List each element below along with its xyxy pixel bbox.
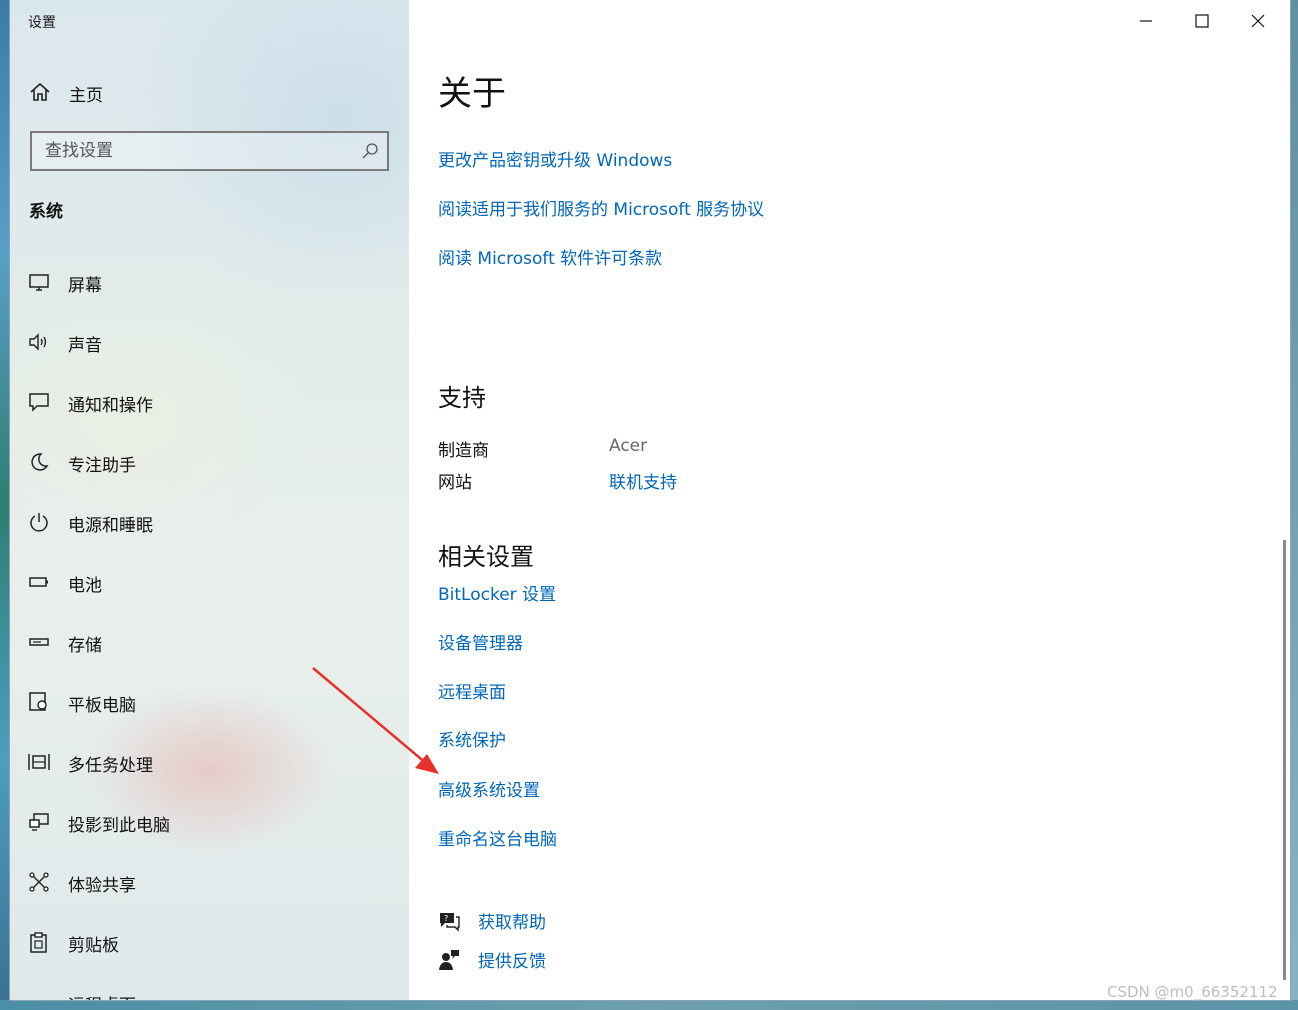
maximize-icon: [1195, 14, 1209, 28]
sidebar-item-tablet[interactable]: 平板电脑: [10, 672, 409, 732]
device-manager-link[interactable]: 设备管理器: [438, 629, 523, 654]
page-title: 关于: [438, 74, 506, 114]
minimize-icon: [1140, 20, 1152, 22]
home-button[interactable]: 主页: [10, 72, 409, 112]
search-icon[interactable]: [361, 142, 379, 160]
moon-icon: [27, 451, 51, 473]
close-button[interactable]: [1230, 0, 1286, 42]
sidebar-item-label: 投影到此电脑: [68, 816, 170, 836]
home-label: 主页: [69, 86, 103, 106]
sidebar-item-remote-desktop[interactable]: 远程桌面: [10, 972, 409, 1000]
desktop-background-right: [1290, 0, 1298, 1010]
sidebar-nav: 屏幕 声音 通知和操作 专注助手 电源和睡眠 电池 存储 平板电脑 多任务处理 …: [10, 252, 409, 1000]
get-help-label: 获取帮助: [478, 913, 546, 933]
sidebar-item-label: 远程桌面: [68, 991, 136, 1000]
sidebar-item-label: 平板电脑: [68, 696, 136, 716]
maximize-button[interactable]: [1174, 0, 1230, 42]
license-terms-link[interactable]: 阅读 Microsoft 软件许可条款: [438, 244, 662, 269]
sidebar-item-label: 体验共享: [68, 876, 136, 896]
storage-icon: [27, 631, 51, 653]
feedback-icon: [438, 949, 460, 971]
section-title-system: 系统: [29, 202, 63, 222]
share-icon: [27, 871, 51, 893]
sidebar-item-label: 专注助手: [68, 456, 136, 476]
sidebar-item-storage[interactable]: 存储: [10, 612, 409, 672]
sidebar-item-sound[interactable]: 声音: [10, 312, 409, 372]
search-input[interactable]: [32, 133, 352, 169]
close-icon: [1251, 14, 1265, 28]
multitask-icon: [27, 751, 51, 773]
speaker-icon: [27, 331, 51, 353]
desktop-background-bottom: [0, 1000, 1298, 1010]
sidebar-item-project[interactable]: 投影到此电脑: [10, 792, 409, 852]
power-icon: [27, 511, 51, 533]
advanced-system-settings-link[interactable]: 高级系统设置: [438, 776, 540, 801]
sidebar-item-label: 电池: [68, 576, 102, 596]
sidebar-item-label: 电源和睡眠: [68, 516, 153, 536]
sidebar-item-focus-assist[interactable]: 专注助手: [10, 432, 409, 492]
sidebar-item-clipboard[interactable]: 剪贴板: [10, 912, 409, 972]
tablet-icon: [27, 691, 51, 713]
sidebar-item-display[interactable]: 屏幕: [10, 252, 409, 312]
settings-window: 设置 主页 系统 屏幕 声: [10, 0, 1290, 1000]
window-title: 设置: [28, 15, 56, 31]
get-help-link[interactable]: ? 获取帮助: [438, 908, 738, 938]
online-support-link[interactable]: 联机支持: [609, 468, 677, 493]
sidebar-item-label: 剪贴板: [68, 936, 119, 956]
change-product-key-link[interactable]: 更改产品密钥或升级 Windows: [438, 146, 672, 171]
project-icon: [27, 811, 51, 833]
watermark: CSDN @m0_66352112: [1107, 983, 1278, 1001]
remote-icon: [27, 991, 51, 1000]
sidebar-item-multitasking[interactable]: 多任务处理: [10, 732, 409, 792]
home-icon: [29, 82, 51, 102]
message-icon: [27, 391, 51, 413]
battery-icon: [27, 571, 51, 593]
svg-text:?: ?: [444, 914, 448, 923]
system-protection-link[interactable]: 系统保护: [438, 726, 506, 751]
sidebar-item-label: 存储: [68, 636, 102, 656]
sidebar-item-battery[interactable]: 电池: [10, 552, 409, 612]
monitor-icon: [27, 271, 51, 293]
search-box[interactable]: [30, 131, 389, 171]
sidebar-item-label: 多任务处理: [68, 756, 153, 776]
feedback-link[interactable]: 提供反馈: [438, 947, 738, 977]
remote-desktop-link[interactable]: 远程桌面: [438, 678, 506, 703]
scrollbar[interactable]: [1283, 540, 1286, 980]
manufacturer-value: Acer: [609, 436, 648, 456]
sidebar: 设置 主页 系统 屏幕 声: [10, 0, 409, 1000]
sidebar-item-label: 声音: [68, 336, 102, 356]
sidebar-item-power-sleep[interactable]: 电源和睡眠: [10, 492, 409, 552]
main-content: 关于 更改产品密钥或升级 Windows 阅读适用于我们服务的 Microsof…: [409, 0, 1290, 1000]
feedback-label: 提供反馈: [478, 952, 546, 972]
website-label: 网站: [438, 473, 472, 493]
desktop-background-left: [0, 0, 10, 1010]
sidebar-item-label: 通知和操作: [68, 396, 153, 416]
support-heading: 支持: [438, 384, 486, 412]
rename-pc-link[interactable]: 重命名这台电脑: [438, 825, 557, 850]
clipboard-icon: [27, 931, 51, 953]
sidebar-item-label: 屏幕: [68, 276, 102, 296]
manufacturer-label: 制造商: [438, 441, 489, 461]
service-agreement-link[interactable]: 阅读适用于我们服务的 Microsoft 服务协议: [438, 195, 764, 220]
sidebar-item-notifications[interactable]: 通知和操作: [10, 372, 409, 432]
help-chat-icon: ?: [438, 910, 460, 932]
minimize-button[interactable]: [1118, 0, 1174, 42]
bitlocker-settings-link[interactable]: BitLocker 设置: [438, 580, 556, 605]
related-settings-heading: 相关设置: [438, 543, 534, 571]
sidebar-item-shared-experiences[interactable]: 体验共享: [10, 852, 409, 912]
